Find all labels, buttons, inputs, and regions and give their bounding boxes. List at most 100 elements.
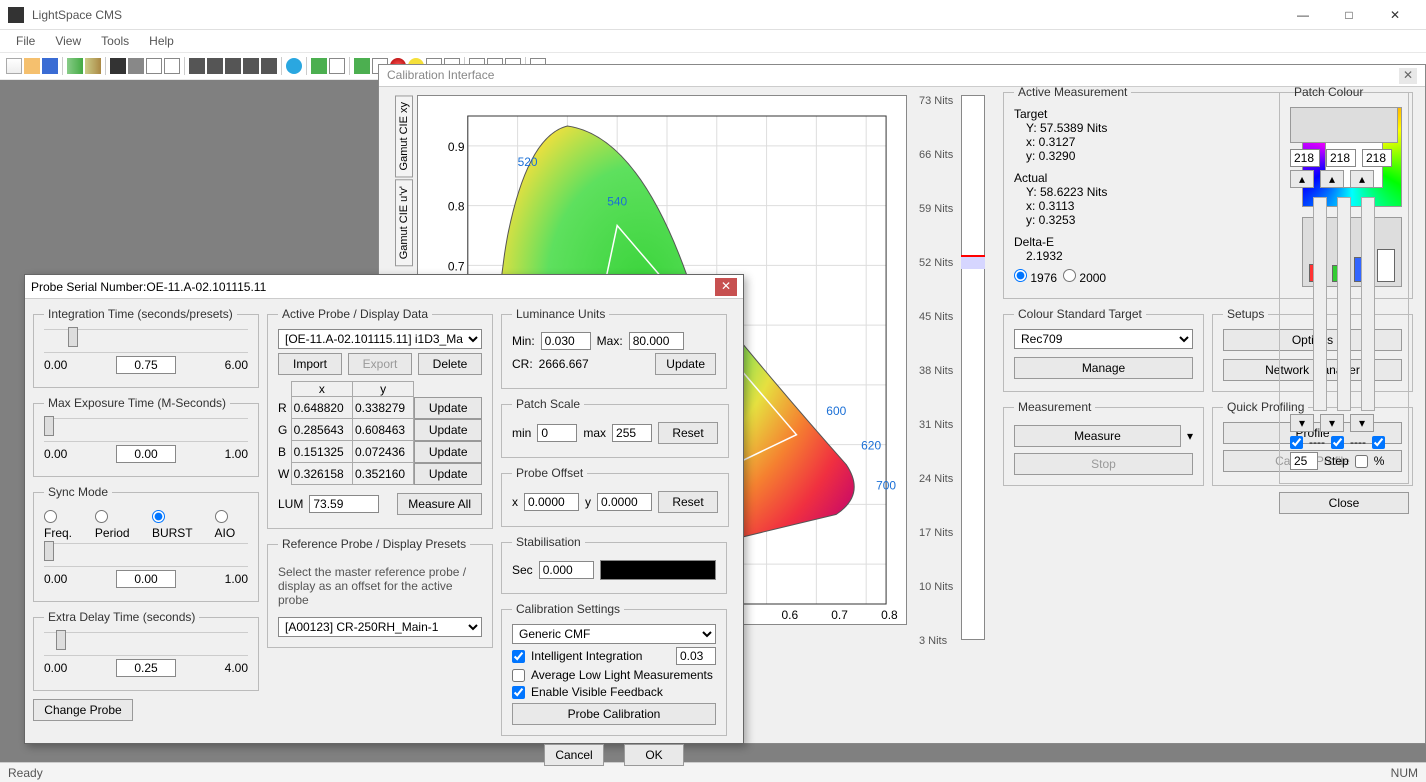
cmf-select[interactable]: Generic CMF (512, 624, 716, 644)
ps-reset-button[interactable]: Reset (658, 422, 718, 444)
play2-icon[interactable] (354, 58, 370, 74)
menu-file[interactable]: File (8, 32, 43, 50)
titlebar: LightSpace CMS — □ ✕ (0, 0, 1426, 30)
lu-min[interactable] (541, 332, 591, 350)
tab-gamut-uv[interactable]: Gamut CIE u'v' (395, 179, 413, 266)
export-button[interactable]: Export (348, 353, 412, 375)
cancel-button[interactable]: Cancel (544, 744, 604, 766)
stab-color[interactable] (600, 560, 716, 580)
manage-button[interactable]: Manage (1014, 357, 1193, 379)
cst-select[interactable]: Rec709 (1014, 329, 1193, 349)
ii-check[interactable] (512, 650, 525, 663)
stop-button[interactable]: Stop (1014, 453, 1193, 475)
menubar: File View Tools Help (0, 30, 1426, 52)
extra-slider[interactable] (44, 632, 248, 656)
ii-val[interactable] (676, 647, 716, 665)
chevron-down-icon[interactable]: ▾ (1187, 429, 1193, 443)
info-icon[interactable] (286, 58, 302, 74)
gradient2-icon[interactable] (85, 58, 101, 74)
change-probe-button[interactable]: Change Probe (33, 699, 133, 721)
apd-combo[interactable]: [OE-11.A-02.101115.11] i1D3_Main-1 (278, 329, 482, 349)
ref-combo[interactable]: [A00123] CR-250RH_Main-1 (278, 617, 482, 637)
slider-g[interactable] (1337, 197, 1351, 411)
close-panel-button[interactable]: Close (1279, 492, 1409, 514)
radio-2000[interactable]: 2000 (1063, 269, 1106, 285)
close-button[interactable]: ✕ (1372, 0, 1418, 30)
matrix-icon[interactable] (329, 58, 345, 74)
sync-burst[interactable]: BURST (152, 510, 205, 540)
po-y[interactable] (597, 493, 652, 511)
minimize-button[interactable]: — (1280, 0, 1326, 30)
update-w-button[interactable]: Update (414, 463, 482, 485)
tool-c-icon[interactable] (225, 58, 241, 74)
bw-icon[interactable] (110, 58, 126, 74)
po-x[interactable] (524, 493, 579, 511)
delete-button[interactable]: Delete (418, 353, 482, 375)
patch-g-input[interactable] (1326, 149, 1356, 167)
measure-button[interactable]: Measure (1014, 425, 1181, 447)
lu-update-button[interactable]: Update (655, 353, 716, 375)
menu-help[interactable]: Help (141, 32, 182, 50)
maximize-button[interactable]: □ (1326, 0, 1372, 30)
link-r[interactable] (1290, 436, 1303, 449)
update-b-button[interactable]: Update (414, 441, 482, 463)
update-r-button[interactable]: Update (414, 397, 482, 419)
tool-e-icon[interactable] (261, 58, 277, 74)
cube-icon[interactable] (128, 58, 144, 74)
lum-input[interactable] (309, 495, 379, 513)
open-icon[interactable] (24, 58, 40, 74)
slider-r[interactable] (1313, 197, 1327, 411)
po-reset-button[interactable]: Reset (658, 491, 718, 513)
save-icon[interactable] (42, 58, 58, 74)
g-down-button[interactable]: ▾ (1320, 414, 1344, 432)
evf-check[interactable] (512, 686, 525, 699)
ps-max[interactable] (612, 424, 652, 442)
square-icon[interactable] (146, 58, 162, 74)
b-down-button[interactable]: ▾ (1350, 414, 1374, 432)
stab-sec[interactable] (539, 561, 594, 579)
link-g[interactable] (1331, 436, 1344, 449)
patch-r-input[interactable] (1290, 149, 1320, 167)
ok-button[interactable]: OK (624, 744, 684, 766)
ps-min[interactable] (537, 424, 577, 442)
play-icon[interactable] (311, 58, 327, 74)
gradient1-icon[interactable] (67, 58, 83, 74)
avg-check[interactable] (512, 669, 525, 682)
integ-value[interactable] (116, 356, 176, 374)
measure-all-button[interactable]: Measure All (397, 493, 482, 515)
calib-close-button[interactable]: ✕ (1399, 68, 1417, 84)
maxexp-slider[interactable] (44, 418, 248, 442)
pct-check[interactable] (1355, 455, 1368, 468)
g-up-button[interactable]: ▴ (1320, 170, 1344, 188)
integ-slider[interactable] (44, 329, 248, 353)
menu-tools[interactable]: Tools (93, 32, 137, 50)
probe-calibration-button[interactable]: Probe Calibration (512, 703, 716, 725)
sync-freq[interactable]: Freq. (44, 510, 85, 540)
probe-close-button[interactable]: ✕ (715, 278, 737, 296)
update-g-button[interactable]: Update (414, 419, 482, 441)
slider-b[interactable] (1361, 197, 1375, 411)
sync-value[interactable] (116, 570, 176, 588)
maxexp-value[interactable] (116, 445, 176, 463)
step-input[interactable] (1290, 452, 1318, 470)
lu-max[interactable] (629, 332, 684, 350)
import-button[interactable]: Import (278, 353, 342, 375)
radio-1976[interactable]: 1976 (1014, 269, 1057, 285)
menu-view[interactable]: View (47, 32, 89, 50)
r-down-button[interactable]: ▾ (1290, 414, 1314, 432)
sync-slider[interactable] (44, 543, 248, 567)
sync-mode-group: Sync Mode Freq. Period BURST AIO 0.00 1.… (33, 485, 259, 602)
new-icon[interactable] (6, 58, 22, 74)
link-b[interactable] (1372, 436, 1385, 449)
square2-icon[interactable] (164, 58, 180, 74)
sync-period[interactable]: Period (95, 510, 142, 540)
patch-b-input[interactable] (1362, 149, 1392, 167)
extra-value[interactable] (116, 659, 176, 677)
tool-a-icon[interactable] (189, 58, 205, 74)
sync-aio[interactable]: AIO (215, 510, 249, 540)
tool-d-icon[interactable] (243, 58, 259, 74)
r-up-button[interactable]: ▴ (1290, 170, 1314, 188)
b-up-button[interactable]: ▴ (1350, 170, 1374, 188)
tab-gamut-xy[interactable]: Gamut CIE xy (395, 95, 413, 177)
tool-b-icon[interactable] (207, 58, 223, 74)
